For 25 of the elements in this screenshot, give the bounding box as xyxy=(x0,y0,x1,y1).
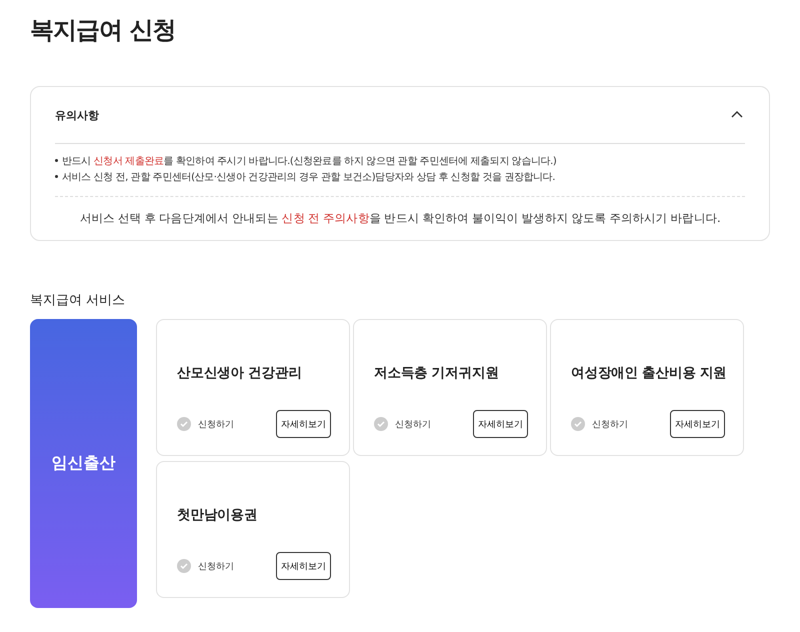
apply-checkbox[interactable]: 신청하기 xyxy=(177,417,234,431)
service-name: 산모신생아 건강관리 xyxy=(177,364,303,382)
check-icon xyxy=(374,417,388,431)
check-icon xyxy=(177,559,191,573)
notice-title: 유의사항 xyxy=(55,108,99,122)
detail-button[interactable]: 자세히보기 xyxy=(276,552,331,580)
apply-checkbox[interactable]: 신청하기 xyxy=(374,417,431,431)
detail-button[interactable]: 자세히보기 xyxy=(473,410,528,438)
detail-button[interactable]: 자세히보기 xyxy=(276,410,331,438)
bullet-icon xyxy=(55,159,58,162)
notice-text: 서비스 신청 전, 관할 주민센터(산모·신생아 건강관리의 경우 관할 보건소)담당자와 상담 후 신청할 것을 권장합니다. xyxy=(62,171,556,185)
notice-text: 반드시 신청서 제출완료를 확인하여 주시기 바랍니다.(신청완료를 하지 않으면 관할 주민센터에 제출되지 않습니다.) xyxy=(62,155,556,169)
service-name: 저소득층 기저귀지원 xyxy=(374,364,500,382)
page-title: 복지급여 신청 xyxy=(30,15,176,46)
category-tab[interactable]: 임신출산 xyxy=(30,319,137,608)
service-name: 첫만남이용권 xyxy=(177,506,258,524)
section-title: 복지급여 서비스 xyxy=(30,292,126,309)
bullet-icon xyxy=(55,175,58,178)
apply-checkbox[interactable]: 신청하기 xyxy=(571,417,628,431)
service-name: 여성장애인 출산비용 지원 xyxy=(571,364,725,382)
check-icon xyxy=(177,417,191,431)
apply-checkbox[interactable]: 신청하기 xyxy=(177,559,234,573)
detail-button[interactable]: 자세히보기 xyxy=(670,410,725,438)
check-icon xyxy=(571,417,585,431)
notice-footer: 서비스 선택 후 다음단계에서 안내되는 신청 전 주의사항을 반드시 확인하여 불이익이 발생하지 않도록 주의하시기 바랍니다. xyxy=(55,211,745,226)
